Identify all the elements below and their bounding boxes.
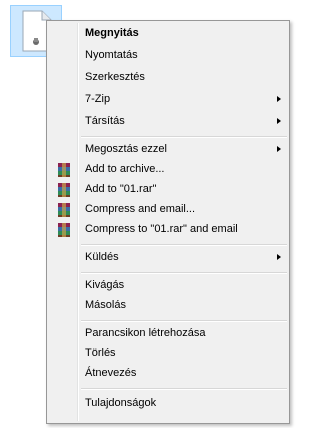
- submenu-arrow-icon: [277, 118, 281, 124]
- menu-item-copy[interactable]: Másolás: [49, 296, 287, 316]
- menu-item-label: Megnyitás: [85, 27, 139, 39]
- menu-item-cut[interactable]: Kivágás: [49, 276, 287, 296]
- submenu-arrow-icon: [277, 254, 281, 260]
- menu-item-open[interactable]: Megnyitás: [49, 24, 287, 44]
- menu-item-compress-and-email[interactable]: Compress and email...: [49, 200, 287, 220]
- menu-item-label: Tulajdonságok: [85, 397, 157, 409]
- menu-item-create-shortcut[interactable]: Parancsikon létrehozása: [49, 324, 287, 344]
- menu-item-label: Compress and email...: [85, 203, 196, 215]
- menu-item-edit[interactable]: Szerkesztés: [49, 68, 287, 88]
- menu-item-delete[interactable]: Törlés: [49, 344, 287, 364]
- menu-item-label: Szerkesztés: [85, 71, 145, 83]
- menu-separator: [81, 320, 287, 322]
- menu-separator: [81, 388, 287, 390]
- winrar-icon: [58, 223, 70, 237]
- winrar-icon: [58, 183, 70, 197]
- menu-separator: [81, 136, 287, 138]
- menu-item-label: 7-Zip: [85, 93, 111, 105]
- menu-separator: [81, 244, 287, 246]
- menu-item-label: Átnevezés: [85, 367, 137, 379]
- menu-item-label: Parancsikon létrehozása: [85, 327, 206, 339]
- menu-item-label: Társítás: [85, 115, 125, 127]
- menu-item-open-with[interactable]: Társítás: [49, 112, 287, 132]
- submenu-arrow-icon: [277, 146, 281, 152]
- menu-item-compress-to-rar-and-email[interactable]: Compress to "01.rar" and email: [49, 220, 287, 240]
- menu-item-label: Törlés: [85, 347, 116, 359]
- menu-item-add-to-rar[interactable]: Add to "01.rar": [49, 180, 287, 200]
- menu-item-label: Nyomtatás: [85, 49, 138, 61]
- menu-item-label: Küldés: [85, 251, 119, 263]
- menu-item-label: Add to archive...: [85, 163, 165, 175]
- menu-separator: [81, 272, 287, 274]
- menu-item-label: Megosztás ezzel: [85, 143, 167, 155]
- context-menu: Megnyitás Nyomtatás Szerkesztés 7-Zip Tá…: [46, 20, 290, 424]
- menu-item-label: Compress to "01.rar" and email: [85, 223, 238, 235]
- menu-item-print[interactable]: Nyomtatás: [49, 46, 287, 66]
- winrar-icon: [58, 203, 70, 217]
- menu-item-label: Másolás: [85, 299, 126, 311]
- menu-item-label: Add to "01.rar": [85, 183, 157, 195]
- menu-item-properties[interactable]: Tulajdonságok: [49, 394, 287, 414]
- winrar-icon: [58, 163, 70, 177]
- menu-item-rename[interactable]: Átnevezés: [49, 364, 287, 384]
- menu-item-label: Kivágás: [85, 279, 125, 291]
- submenu-arrow-icon: [277, 96, 281, 102]
- menu-item-share-with[interactable]: Megosztás ezzel: [49, 140, 287, 160]
- menu-item-send-to[interactable]: Küldés: [49, 248, 287, 268]
- menu-item-7zip[interactable]: 7-Zip: [49, 90, 287, 110]
- menu-item-add-to-archive[interactable]: Add to archive...: [49, 160, 287, 180]
